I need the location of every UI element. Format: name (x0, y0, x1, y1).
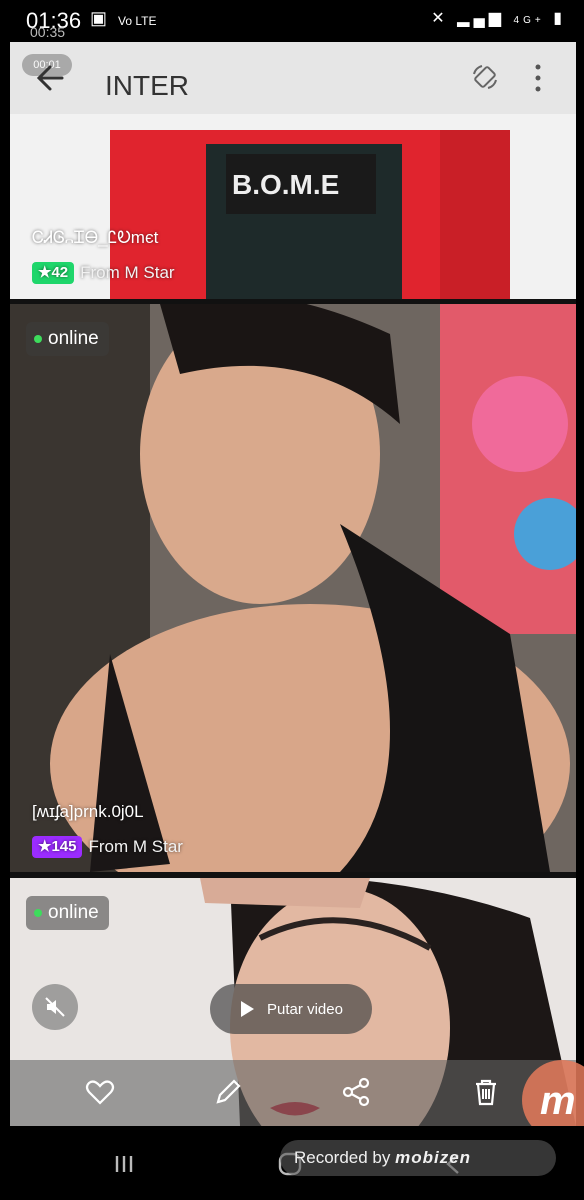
from-label: From M Star (80, 263, 175, 282)
status-right-icons: ✕ ▂▄▆ 4G+ ▮ (431, 8, 566, 28)
online-label: online (48, 902, 99, 923)
recording-timer: 00:35 (30, 24, 66, 40)
app-frame: 00:01 INTER B.O.M.E ᏟᏗᎶ᎔ᏆᎾ_ᏝᎧmєt ★42 Fro… (10, 42, 576, 1126)
share-icon[interactable] (340, 1076, 372, 1108)
online-dot (34, 909, 42, 917)
battery-icon: ▮ (553, 10, 566, 27)
watermark-text: Recorded by (294, 1148, 391, 1167)
online-label: online (48, 328, 99, 349)
recent-apps-icon[interactable] (108, 1146, 144, 1182)
edit-icon[interactable] (212, 1076, 244, 1108)
more-vert-icon[interactable] (530, 62, 546, 94)
bottom-action-bar (10, 1060, 576, 1126)
volte-indicator: Vo LTE (118, 14, 157, 28)
level-row: ★42 From M Star (32, 262, 175, 284)
online-badge: online (26, 896, 109, 930)
feed-card-2[interactable]: online [ʍɪʄa]prnk.0j0L ★145 From M Star (10, 304, 576, 872)
play-video-button[interactable]: Putar video (210, 984, 372, 1034)
heart-icon[interactable] (84, 1076, 116, 1108)
stream-thumbnail (10, 304, 576, 872)
online-dot (34, 335, 42, 343)
mute-status-icon: ✕ (431, 10, 449, 27)
svg-text:B.O.M.E: B.O.M.E (232, 169, 339, 200)
network-type: 4G+ (513, 15, 545, 26)
play-icon (241, 1001, 255, 1017)
signal-icon: ▂▄▆ (457, 10, 506, 27)
app-bar: 00:01 INTER (10, 42, 576, 114)
level-badge: ★145 (32, 836, 83, 858)
gallery-icon: ▣ (90, 8, 108, 28)
mute-button[interactable] (32, 984, 78, 1030)
back-arrow-icon[interactable] (32, 58, 72, 98)
delete-icon[interactable] (470, 1076, 502, 1108)
from-label: From M Star (88, 837, 183, 856)
rotate-icon[interactable] (470, 62, 500, 92)
watermark-brand: mobizen (395, 1148, 472, 1167)
streamer-username: [ʍɪʄa]prnk.0j0L (32, 802, 144, 821)
online-badge: online (26, 322, 109, 356)
level-badge: ★42 (32, 262, 75, 284)
recorded-by-watermark: Recorded by mobizen (280, 1140, 556, 1176)
status-bar: 01:36 00:35 ▣ Vo LTE ✕ ▂▄▆ 4G+ ▮ (0, 0, 584, 42)
play-video-label: Putar video (267, 1000, 343, 1018)
page-title: INTER (105, 70, 189, 101)
level-row: ★145 From M Star (32, 836, 183, 858)
feed-card-1[interactable]: B.O.M.E ᏟᏗᎶ᎔ᏆᎾ_ᏝᎧmєt ★42 From M Star (10, 114, 576, 299)
streamer-username: ᏟᏗᎶ᎔ᏆᎾ_ᏝᎧmєt (32, 228, 159, 247)
svg-text:m: m (540, 1079, 576, 1123)
volume-off-icon (45, 997, 65, 1017)
